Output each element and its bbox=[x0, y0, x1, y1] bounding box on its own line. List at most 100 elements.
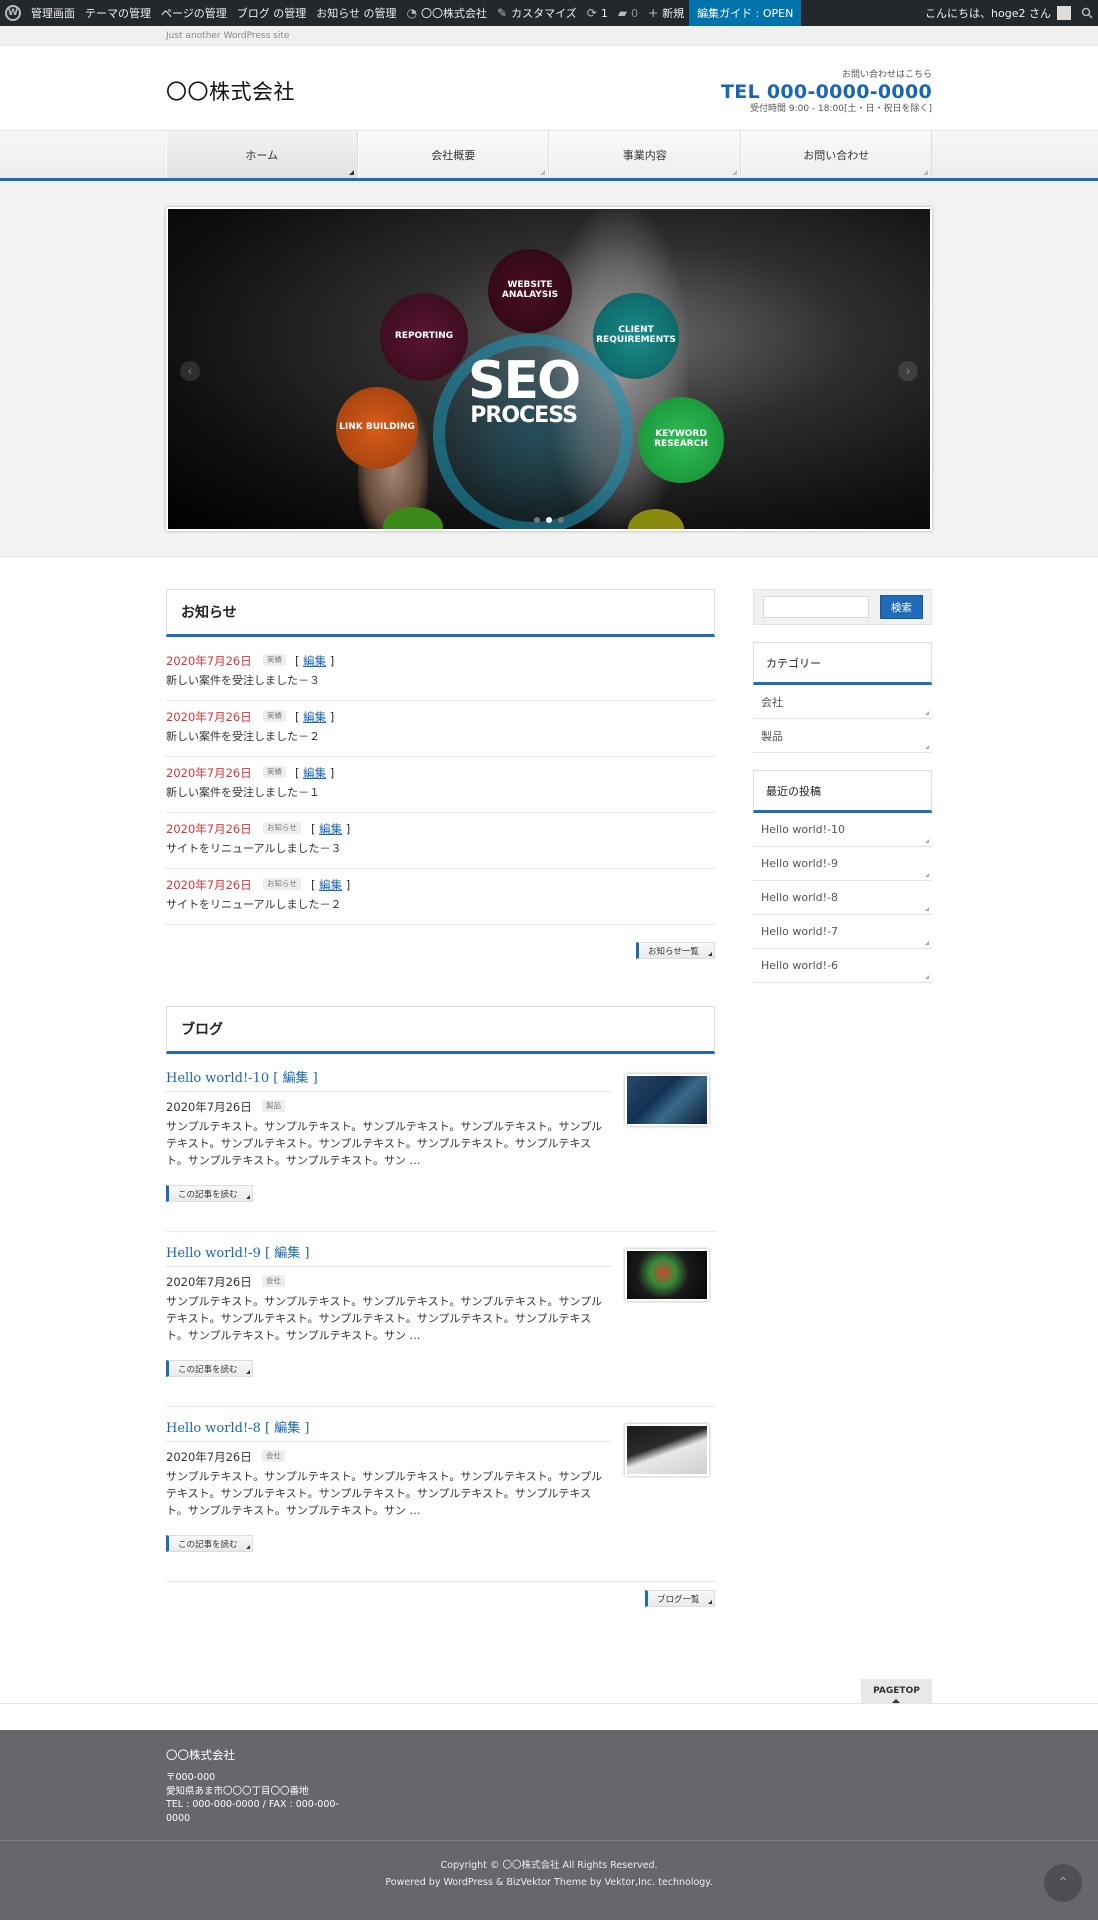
read-more-label: この記事を読む bbox=[178, 1364, 238, 1375]
news-edit-link[interactable]: 編集 bbox=[319, 878, 342, 892]
sidebar-item-recent[interactable]: Hello world!-8 bbox=[753, 881, 932, 915]
post-date: 2020年7月26日 bbox=[166, 1100, 252, 1114]
admin-customize[interactable]: ✎ カスタマイズ bbox=[492, 0, 582, 26]
news-date: 2020年7月26日 bbox=[166, 710, 252, 724]
news-title[interactable]: 新しい案件を受注しました－３ bbox=[166, 672, 320, 688]
seo-subtitle: PROCESS bbox=[470, 403, 578, 429]
post-title[interactable]: Hello world!-8 bbox=[166, 1421, 261, 1436]
news-title[interactable]: 新しい案件を受注しました－１ bbox=[166, 784, 320, 800]
pagetop-button[interactable]: PAGETOP bbox=[861, 1679, 932, 1703]
news-edit-link[interactable]: 編集 bbox=[303, 710, 326, 724]
post-title[interactable]: Hello world!-9 bbox=[166, 1246, 261, 1261]
nav-label: ホーム bbox=[245, 148, 279, 162]
slider-prev-icon[interactable]: ‹ bbox=[180, 361, 200, 381]
sidebar-item-recent[interactable]: Hello world!-10 bbox=[753, 813, 932, 847]
corner-icon bbox=[246, 1370, 250, 1374]
news-edit-link[interactable]: 編集 bbox=[319, 822, 342, 836]
nav-item-business[interactable]: 事業内容 bbox=[549, 131, 741, 178]
slider-dot-active[interactable] bbox=[546, 517, 552, 523]
scroll-top-icon[interactable]: ⌃ bbox=[1044, 1864, 1082, 1902]
nav-corner-icon bbox=[923, 170, 928, 175]
footer-company-name: 〇〇株式会社 bbox=[166, 1748, 235, 1762]
sidebar-item-label: Hello world!-9 bbox=[761, 857, 839, 870]
news-tag[interactable]: お知らせ bbox=[263, 878, 301, 890]
news-edit-link[interactable]: 編集 bbox=[303, 766, 326, 780]
nav-label: お問い合わせ bbox=[803, 148, 870, 162]
footer-tel: TEL : 000-000-0000 / FAX : 000-000-0000 bbox=[166, 1799, 339, 1824]
news-tag[interactable]: お知らせ bbox=[263, 822, 301, 834]
global-nav: ホーム 会社概要 事業内容 お問い合わせ bbox=[0, 130, 1098, 181]
blog-list-label: ブログ一覧 bbox=[657, 1594, 700, 1605]
footer-zip: 〒000-000 bbox=[166, 1772, 216, 1783]
sidebar-search: 検索 bbox=[753, 589, 932, 625]
read-more-button[interactable]: この記事を読む bbox=[166, 1360, 253, 1377]
post-tag[interactable]: 会社 bbox=[262, 1275, 285, 1287]
sidebar-item-category[interactable]: 会社 bbox=[753, 685, 932, 719]
search-input[interactable] bbox=[763, 596, 869, 618]
post-tag[interactable]: 会社 bbox=[262, 1450, 285, 1462]
nav-item-company[interactable]: 会社概要 bbox=[357, 131, 549, 178]
post-thumbnail[interactable] bbox=[625, 1424, 709, 1476]
sidebar-item-category[interactable]: 製品 bbox=[753, 719, 932, 753]
search-button[interactable]: 検索 bbox=[880, 595, 923, 619]
corner-icon bbox=[925, 711, 929, 715]
sidebar-item-recent[interactable]: Hello world!-9 bbox=[753, 847, 932, 881]
post-title[interactable]: Hello world!-10 bbox=[166, 1071, 269, 1086]
news-edit: [ 編集 ] bbox=[311, 822, 351, 836]
site-logo[interactable]: 〇〇株式会社 bbox=[166, 76, 295, 106]
post-edit-link[interactable]: [ 編集 ] bbox=[273, 1071, 317, 1086]
edit-guide-toggle[interactable]: 編集ガイド : OPEN bbox=[689, 0, 802, 26]
admin-greeting: こんにちは、hoge2 さん bbox=[925, 7, 1051, 20]
footer-address-block: 〒000-000 愛知県あま市〇〇〇丁目〇〇番地 TEL : 000-000-0… bbox=[166, 1771, 356, 1825]
blog-list-button[interactable]: ブログ一覧 bbox=[645, 1590, 715, 1607]
post-title-row: Hello world!-10 [ 編集 ] bbox=[166, 1067, 611, 1092]
news-tag[interactable]: 実績 bbox=[263, 654, 286, 666]
news-title[interactable]: 新しい案件を受注しました－２ bbox=[166, 728, 320, 744]
admin-comments[interactable]: ▰ 0 bbox=[613, 0, 643, 26]
news-edit-link[interactable]: 編集 bbox=[303, 654, 326, 668]
slider-pager bbox=[168, 517, 930, 523]
news-date: 2020年7月26日 bbox=[166, 654, 252, 668]
admin-search-icon[interactable] bbox=[1076, 0, 1098, 26]
news-list-button[interactable]: お知らせ一覧 bbox=[636, 942, 715, 959]
post-tag[interactable]: 製品 bbox=[262, 1100, 285, 1112]
admin-account[interactable]: こんにちは、hoge2 さん bbox=[920, 0, 1076, 26]
post-title-row: Hello world!-8 [ 編集 ] bbox=[166, 1417, 611, 1442]
admin-menu-dashboard[interactable]: 管理画面 bbox=[26, 0, 80, 26]
nav-item-home[interactable]: ホーム bbox=[166, 131, 358, 178]
post-edit-link[interactable]: [ 編集 ] bbox=[265, 1246, 309, 1261]
read-more-button[interactable]: この記事を読む bbox=[166, 1535, 253, 1552]
sidebar-item-recent[interactable]: Hello world!-6 bbox=[753, 949, 932, 983]
admin-menu-news[interactable]: お知らせ の管理 bbox=[311, 0, 401, 26]
slider-next-icon[interactable]: › bbox=[898, 361, 918, 381]
nav-corner-icon bbox=[348, 170, 354, 175]
admin-menu-pages[interactable]: ページの管理 bbox=[156, 0, 232, 26]
sidebar-item-label: 製品 bbox=[761, 729, 783, 743]
corner-icon bbox=[708, 952, 712, 956]
contact-tel[interactable]: TEL 000-0000-0000 bbox=[721, 81, 932, 104]
post-edit-link[interactable]: [ 編集 ] bbox=[265, 1421, 309, 1436]
news-title[interactable]: サイトをリニューアルしました－３ bbox=[166, 840, 341, 856]
sidebar-item-recent[interactable]: Hello world!-7 bbox=[753, 915, 932, 949]
comment-icon: ▰ bbox=[617, 6, 628, 20]
post-excerpt: サンプルテキスト。サンプルテキスト。サンプルテキスト。サンプルテキスト。サンプル… bbox=[166, 1470, 603, 1517]
recent-posts-heading: 最近の投稿 bbox=[753, 770, 932, 813]
dashboard-gauge-icon: ◔ bbox=[406, 6, 418, 20]
post-thumbnail[interactable] bbox=[625, 1249, 709, 1301]
wordpress-logo-icon[interactable]: W bbox=[0, 0, 26, 26]
post-thumbnail[interactable] bbox=[625, 1074, 709, 1126]
nav-item-contact[interactable]: お問い合わせ bbox=[740, 131, 932, 178]
admin-new-label: 新規 bbox=[662, 7, 685, 20]
admin-updates[interactable]: ⟳ 1 bbox=[582, 0, 613, 26]
admin-new[interactable]: + 新規 bbox=[643, 0, 689, 26]
admin-menu-blog[interactable]: ブログ の管理 bbox=[232, 0, 312, 26]
seo-process-text: SEO PROCESS bbox=[468, 355, 581, 429]
slider-dot[interactable] bbox=[534, 517, 540, 523]
news-title[interactable]: サイトをリニューアルしました－２ bbox=[166, 896, 341, 912]
admin-menu-theme[interactable]: テーマの管理 bbox=[80, 0, 156, 26]
read-more-button[interactable]: この記事を読む bbox=[166, 1185, 253, 1202]
admin-site-link[interactable]: ◔ 〇〇株式会社 bbox=[402, 0, 492, 26]
news-tag[interactable]: 実績 bbox=[263, 766, 286, 778]
news-tag[interactable]: 実績 bbox=[263, 710, 286, 722]
slider-dot[interactable] bbox=[558, 517, 564, 523]
